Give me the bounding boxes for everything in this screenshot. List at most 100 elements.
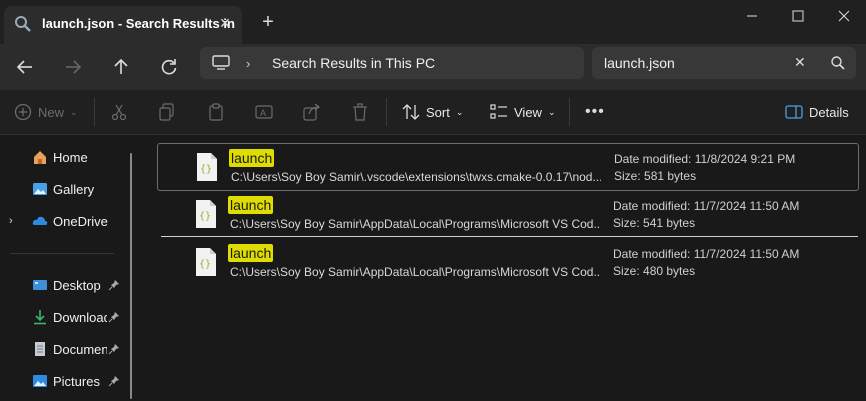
- sidebar-item-label: Desktop: [53, 277, 101, 293]
- search-icon: [15, 16, 31, 32]
- list-item[interactable]: {} launch C:\Users\Soy Boy Samir\AppData…: [157, 239, 857, 285]
- sidebar-item-desktop[interactable]: Desktop: [0, 273, 130, 297]
- pin-icon[interactable]: [108, 279, 120, 291]
- sidebar-item-label: OneDrive: [53, 213, 108, 229]
- divider: [386, 98, 387, 126]
- share-icon[interactable]: [303, 103, 321, 121]
- paste-icon[interactable]: [207, 103, 225, 121]
- search-results-list: {} launch C:\Users\Soy Boy Samir\.vscode…: [143, 135, 866, 401]
- details-label: Details: [809, 104, 849, 120]
- home-icon: [34, 151, 46, 164]
- sidebar-item-label: Pictures: [53, 373, 100, 389]
- chevron-right-icon[interactable]: ›: [246, 56, 250, 71]
- pin-icon[interactable]: [108, 311, 120, 323]
- sidebar-item-label: Gallery: [53, 181, 95, 197]
- view-icon: [490, 104, 507, 119]
- pin-icon[interactable]: [108, 343, 120, 355]
- refresh-icon[interactable]: [158, 56, 180, 78]
- divider: [569, 98, 570, 126]
- back-arrow-icon[interactable]: [14, 56, 36, 78]
- json-file-icon: {}: [197, 153, 217, 181]
- forward-arrow-icon[interactable]: [62, 56, 84, 78]
- date-modified: Date modified: 11/8/2024 9:21 PM: [614, 152, 796, 166]
- json-file-icon: {}: [196, 248, 216, 276]
- maximize-icon[interactable]: [783, 6, 813, 26]
- address-path: Search Results in This PC: [272, 55, 436, 71]
- desktop-icon: [33, 280, 47, 290]
- svg-text:A: A: [260, 108, 266, 118]
- sidebar-scrollbar[interactable]: [130, 153, 132, 399]
- new-tab-button[interactable]: +: [258, 12, 278, 32]
- svg-text:{}: {}: [200, 164, 212, 175]
- sidebar-item-label: Documents: [53, 341, 107, 357]
- date-modified: Date modified: 11/7/2024 11:50 AM: [613, 199, 800, 213]
- navigation-bar: › Search Results in This PC launch.json …: [0, 44, 866, 90]
- cloud-icon: [32, 216, 48, 225]
- plus-circle-icon: [14, 103, 32, 121]
- search-box[interactable]: launch.json ✕: [592, 47, 856, 79]
- document-icon: [35, 342, 45, 356]
- date-modified: Date modified: 11/7/2024 11:50 AM: [613, 247, 800, 261]
- file-path: C:\Users\Soy Boy Samir\.vscode\extension…: [231, 170, 601, 184]
- navigation-pane: Home Gallery › OneDrive Desktop Downloa d…: [0, 135, 142, 401]
- close-tab-icon[interactable]: ✕: [216, 14, 234, 32]
- new-label: New: [38, 104, 65, 120]
- sidebar-item-gallery[interactable]: Gallery: [0, 177, 130, 201]
- up-arrow-icon[interactable]: [110, 56, 132, 78]
- pictures-icon: [33, 375, 47, 387]
- divider: [94, 98, 95, 126]
- list-item[interactable]: {} launch C:\Users\Soy Boy Samir\AppData…: [157, 191, 857, 237]
- sort-icon: [402, 104, 420, 120]
- tab-search-results[interactable]: launch.json - Search Results in ✕: [4, 6, 242, 44]
- svg-text:{}: {}: [199, 259, 211, 270]
- details-pane-icon: [785, 105, 803, 119]
- drop-indicator-line: [161, 236, 858, 237]
- rename-icon[interactable]: A: [255, 103, 273, 121]
- chevron-down-icon: ⌄: [455, 106, 464, 117]
- file-name: launch: [228, 196, 274, 214]
- sidebar-item-label: Downloads: [53, 309, 107, 325]
- list-item[interactable]: {} launch C:\Users\Soy Boy Samir\.vscode…: [157, 143, 859, 191]
- copy-icon[interactable]: [158, 103, 176, 121]
- new-button[interactable]: New ⌄: [14, 102, 78, 122]
- details-button[interactable]: Details: [785, 102, 849, 122]
- svg-text:{}: {}: [199, 211, 211, 222]
- minimize-icon[interactable]: [737, 6, 767, 26]
- sidebar-item-pictures[interactable]: Pictures: [0, 369, 130, 393]
- file-name: launch: [229, 149, 275, 167]
- file-size: Size: 541 bytes: [613, 216, 696, 230]
- sidebar-item-downloads[interactable]: Downloads: [0, 305, 130, 329]
- file-size: Size: 581 bytes: [614, 169, 697, 183]
- address-bar[interactable]: › Search Results in This PC: [200, 47, 584, 79]
- close-window-icon[interactable]: [829, 6, 859, 26]
- delete-icon[interactable]: [351, 103, 369, 121]
- tab-title: launch.json - Search Results in: [42, 16, 235, 31]
- json-file-icon: {}: [196, 200, 216, 228]
- more-options-icon[interactable]: •••: [585, 102, 605, 122]
- download-icon: [34, 310, 46, 325]
- sort-label: Sort: [426, 104, 450, 120]
- chevron-down-icon: ⌄: [547, 106, 556, 117]
- file-path: C:\Users\Soy Boy Samir\AppData\Local\Pro…: [230, 265, 600, 279]
- computer-icon: [212, 55, 230, 70]
- sidebar-item-onedrive[interactable]: › OneDrive: [0, 209, 130, 233]
- cut-icon[interactable]: [110, 103, 128, 121]
- clear-search-icon[interactable]: ✕: [794, 54, 806, 71]
- chevron-right-icon[interactable]: ›: [9, 215, 13, 227]
- search-input[interactable]: launch.json: [604, 55, 675, 71]
- file-path: C:\Users\Soy Boy Samir\AppData\Local\Pro…: [230, 217, 600, 231]
- gallery-icon: [33, 183, 47, 195]
- chevron-down-icon: ⌄: [70, 106, 78, 117]
- divider: [10, 253, 114, 254]
- pin-icon[interactable]: [108, 375, 120, 387]
- sidebar-item-label: Home: [53, 149, 88, 165]
- sidebar-item-home[interactable]: Home: [0, 145, 130, 169]
- sort-button[interactable]: Sort ⌄: [402, 102, 463, 122]
- search-icon[interactable]: [830, 55, 846, 71]
- view-button[interactable]: View ⌄: [490, 102, 556, 122]
- file-name: launch: [228, 244, 274, 262]
- view-label: View: [514, 104, 542, 120]
- sidebar-item-documents[interactable]: Documents: [0, 337, 130, 361]
- command-bar: New ⌄ A Sort ⌄ View ⌄ ••• Details: [0, 90, 866, 135]
- file-size: Size: 480 bytes: [613, 264, 696, 278]
